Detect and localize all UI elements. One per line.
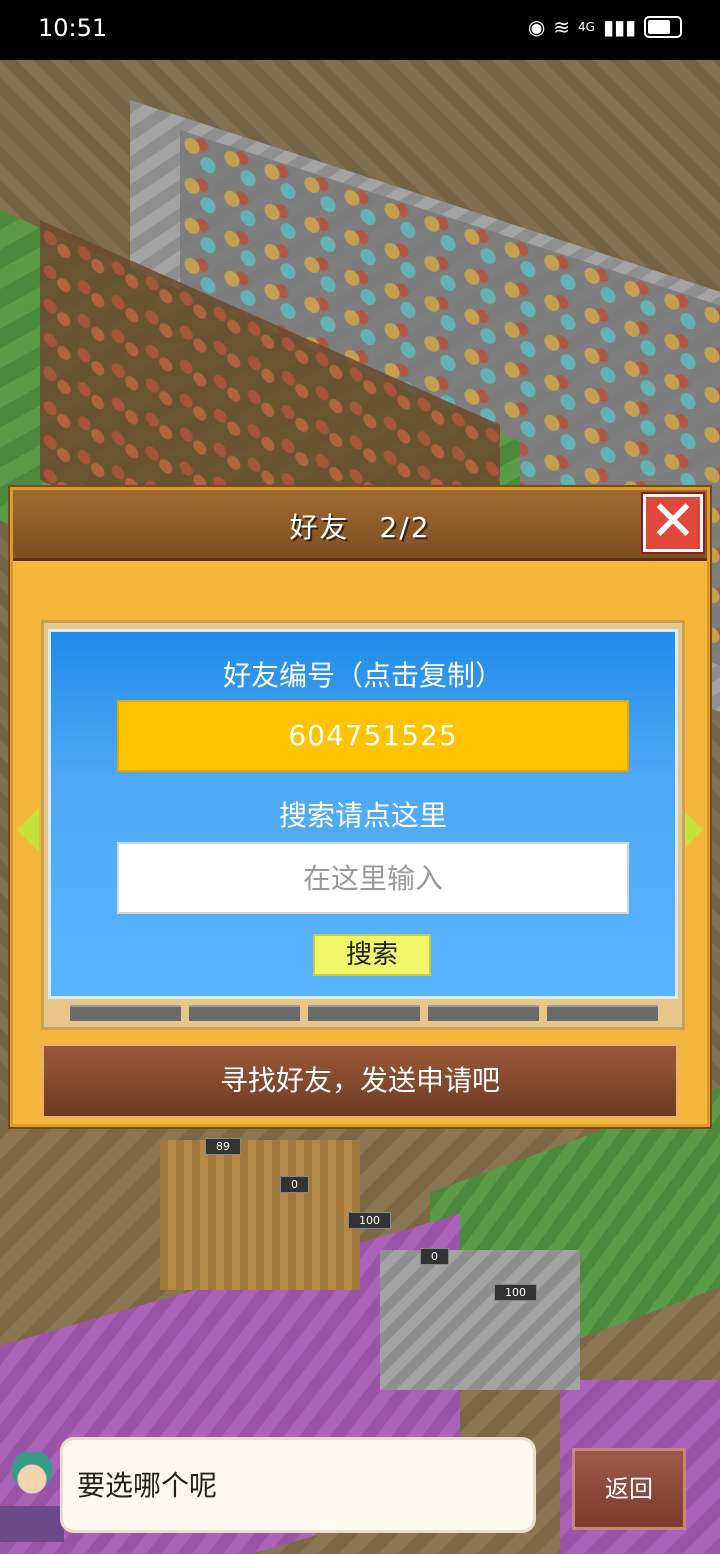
search-button[interactable]: 搜索	[313, 934, 431, 976]
find-friends-button[interactable]: 寻找好友，发送申请吧	[41, 1043, 679, 1119]
page-tab[interactable]	[546, 1005, 659, 1021]
wood-building	[160, 1140, 360, 1290]
status-bar: 10:51 ◉ ≋ 4G ▮▮▮	[0, 0, 720, 60]
page-tabs	[70, 1005, 659, 1021]
eye-icon: ◉	[527, 15, 546, 39]
building-count-4: 0	[420, 1248, 449, 1265]
friends-dialog: 好友 2/2 ✕ 好友编号（点击复制） 604751525 搜索请点这里 搜索 …	[10, 487, 710, 1127]
building-count-1: 89	[205, 1138, 241, 1155]
page-tab[interactable]	[308, 1005, 420, 1021]
network-type: 4G	[578, 20, 595, 34]
character-avatar	[0, 1452, 64, 1542]
battery-icon	[644, 16, 682, 38]
building-count-3: 100	[348, 1212, 391, 1229]
back-button[interactable]: 返回	[572, 1448, 686, 1530]
search-input[interactable]	[117, 842, 629, 914]
prev-page-arrow-icon[interactable]	[17, 808, 39, 852]
friend-id-copy-box[interactable]: 604751525	[117, 700, 629, 772]
search-label: 搜索请点这里	[278, 799, 447, 832]
dialog-header: 好友 2/2 ✕	[13, 490, 707, 561]
friend-panel-frame: 好友编号（点击复制） 604751525 搜索请点这里 搜索	[41, 620, 685, 1030]
dialog-title: 好友 2/2	[289, 511, 431, 544]
wifi-icon: ≋	[553, 15, 571, 39]
friend-id-label: 好友编号（点击复制）	[222, 659, 503, 692]
speech-bubble: 要选哪个呢	[60, 1437, 536, 1533]
building-count-2: 0	[280, 1176, 309, 1193]
friend-panel: 好友编号（点击复制） 604751525 搜索请点这里 搜索	[48, 629, 678, 999]
page-tab[interactable]	[189, 1005, 301, 1021]
building-count-5: 100	[494, 1284, 537, 1301]
close-button[interactable]: ✕	[643, 494, 703, 552]
status-time: 10:51	[38, 14, 108, 42]
status-icons: ◉ ≋ 4G ▮▮▮	[528, 16, 682, 38]
page-tab[interactable]	[427, 1005, 539, 1021]
signal-icon: ▮▮▮	[602, 15, 636, 39]
stone-building	[380, 1250, 580, 1390]
page-tab[interactable]	[70, 1005, 182, 1021]
